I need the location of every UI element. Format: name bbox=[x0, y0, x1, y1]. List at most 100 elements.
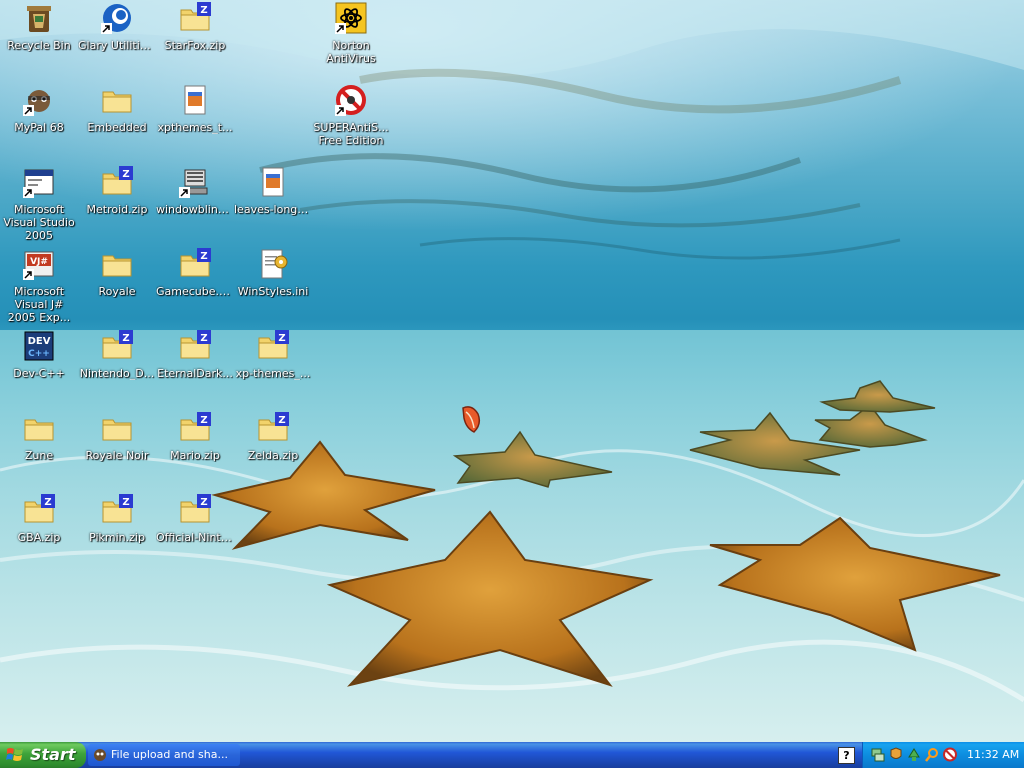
desktop-icon-official-nintendo-zip[interactable]: Z Official-Ninte... bbox=[156, 494, 234, 574]
desktop-icon-label: Microsoft Visual Studio 2005 bbox=[3, 203, 75, 242]
desktop-icon-zelda-zip[interactable]: Z Zelda.zip bbox=[234, 412, 312, 492]
desktop-icon-norton-antivirus[interactable]: Norton AntiVirus bbox=[312, 2, 390, 82]
desktop-icon-windowblinds[interactable]: windowblind... bbox=[156, 166, 234, 246]
svg-text:Z: Z bbox=[122, 497, 129, 508]
desktop-icon-label: Zelda.zip bbox=[247, 449, 299, 462]
desktop-icon-label: WinStyles.ini bbox=[237, 285, 309, 298]
installer-icon bbox=[184, 85, 206, 115]
desktop-icon-label: Dev-C++ bbox=[13, 367, 65, 380]
svg-text:Z: Z bbox=[200, 251, 207, 262]
antivirus-tray-icon[interactable] bbox=[889, 747, 903, 762]
network-icon[interactable] bbox=[871, 747, 885, 762]
svg-text:Z: Z bbox=[278, 333, 285, 344]
desktop-icon-eternaldark-zip[interactable]: Z EternalDark... bbox=[156, 330, 234, 410]
desktop-icon-winstyles-ini[interactable]: WinStyles.ini bbox=[234, 248, 312, 328]
desktop-icon-visual-studio[interactable]: Microsoft Visual Studio 2005 bbox=[0, 166, 78, 246]
desktop-icon-label: xpthemes_t... bbox=[157, 121, 233, 134]
zip-folder-icon: Z bbox=[180, 494, 211, 523]
clock[interactable]: 11:32 AM bbox=[967, 748, 1019, 761]
zip-folder-icon: Z bbox=[180, 2, 211, 31]
zip-folder-icon: Z bbox=[180, 412, 211, 441]
installer-icon bbox=[262, 167, 284, 197]
desktop-icon-royale-noir[interactable]: Royale Noir bbox=[78, 412, 156, 492]
taskbar-button-file-upload[interactable]: File upload and sha... bbox=[88, 744, 240, 766]
svg-text:Z: Z bbox=[278, 415, 285, 426]
desktop-icon-label: Zune bbox=[24, 449, 54, 462]
update-icon[interactable] bbox=[907, 747, 921, 762]
zip-folder-icon: Z bbox=[258, 330, 289, 359]
svg-text:C++: C++ bbox=[28, 349, 50, 359]
desktop-icon-royale[interactable]: Royale bbox=[78, 248, 156, 328]
svg-text:Z: Z bbox=[200, 497, 207, 508]
desktop-icon-label: Recycle Bin bbox=[7, 39, 71, 52]
desktop-icon-xp-themes-zip[interactable]: Z xp-themes_... bbox=[234, 330, 312, 410]
desktop-icon-label: Microsoft Visual J# 2005 Exp... bbox=[7, 285, 71, 324]
desktop-icon-dev-cpp[interactable]: DEV C++ Dev-C++ bbox=[0, 330, 78, 410]
desktop-icon-mypal[interactable]: MyPal 68 bbox=[0, 84, 78, 164]
start-label: Start bbox=[30, 745, 76, 764]
desktop-icon-glary-utilities[interactable]: Glary Utilities 5 bbox=[78, 2, 156, 82]
desktop-icon-zune[interactable]: Zune bbox=[0, 412, 78, 492]
help-icon[interactable]: ? bbox=[838, 747, 855, 764]
security-tray-icon[interactable] bbox=[943, 747, 957, 762]
search-tray-icon[interactable] bbox=[925, 747, 939, 762]
zip-folder-icon: Z bbox=[24, 494, 55, 523]
shortcut-arrow-icon bbox=[101, 23, 112, 34]
desktop-icon-metroid-zip[interactable]: Z Metroid.zip bbox=[78, 166, 156, 246]
folder-icon bbox=[102, 255, 132, 277]
desktop-icon-label: Gamecube.zip bbox=[156, 285, 234, 298]
desktop-icon-label: Official-Ninte... bbox=[156, 531, 234, 544]
shell-cursor-icon bbox=[462, 406, 481, 433]
desktop-icon-pikmin-zip[interactable]: Z Pikmin.zip bbox=[78, 494, 156, 574]
desktop-icon-label: MyPal 68 bbox=[14, 121, 64, 134]
zip-folder-icon: Z bbox=[102, 330, 133, 359]
zip-folder-icon: Z bbox=[180, 248, 211, 277]
desktop-icon-label: GBA.zip bbox=[17, 531, 61, 544]
shortcut-arrow-icon bbox=[335, 105, 346, 116]
desktop-icon-label: SUPERAntiS... Free Edition bbox=[313, 121, 389, 147]
recycle-bin-icon bbox=[27, 6, 51, 32]
desktop-icon-label: Royale Noir bbox=[85, 449, 149, 462]
desktop-icon-label: Glary Utilities 5 bbox=[78, 39, 156, 52]
folder-icon bbox=[102, 91, 132, 113]
desktop-icon-label: Metroid.zip bbox=[86, 203, 148, 216]
desktop-icon-nintendo-zip[interactable]: Z Nintendo_D... bbox=[78, 330, 156, 410]
browser-window-icon bbox=[94, 749, 106, 761]
taskbar: Start File upload and sha... ? 11:32 AM bbox=[0, 742, 1024, 768]
shortcut-arrow-icon bbox=[23, 187, 34, 198]
desktop-icon-leaves-longhorn[interactable]: leaves-longh... bbox=[234, 166, 312, 246]
system-tray: 11:32 AM bbox=[862, 742, 1024, 768]
zip-folder-icon: Z bbox=[102, 494, 133, 523]
desktop-icon-label: StarFox.zip bbox=[164, 39, 226, 52]
desktop-icon-gamecube-zip[interactable]: Z Gamecube.zip bbox=[156, 248, 234, 328]
desktop-icon-gba-zip[interactable]: Z GBA.zip bbox=[0, 494, 78, 574]
ini-file-icon bbox=[261, 249, 288, 279]
shortcut-arrow-icon bbox=[23, 105, 34, 116]
taskbar-button-label: File upload and sha... bbox=[111, 748, 228, 761]
desktop-icon-embedded[interactable]: Embedded bbox=[78, 84, 156, 164]
desktop-icon-label: windowblind... bbox=[156, 203, 234, 216]
svg-text:Z: Z bbox=[44, 497, 51, 508]
folder-icon bbox=[24, 419, 54, 441]
desktop-wallpaper[interactable]: Recycle Bin MyPal 68 Microsoft Visual St… bbox=[0, 0, 1024, 742]
dev-cpp-icon: DEV C++ bbox=[24, 331, 54, 361]
svg-text:VJ#: VJ# bbox=[30, 257, 48, 267]
desktop-icon-recycle-bin[interactable]: Recycle Bin bbox=[0, 2, 78, 82]
desktop-icon-label: Nintendo_D... bbox=[79, 367, 155, 380]
start-button[interactable]: Start bbox=[0, 742, 86, 768]
svg-text:DEV: DEV bbox=[28, 336, 51, 347]
shortcut-arrow-icon bbox=[335, 23, 346, 34]
windows-logo-icon bbox=[6, 748, 23, 761]
zip-folder-icon: Z bbox=[102, 166, 133, 195]
desktop-icon-label: xp-themes_... bbox=[235, 367, 311, 380]
zip-folder-icon: Z bbox=[180, 330, 211, 359]
desktop-icon-visual-jsharp[interactable]: VJ# Microsoft Visual J# 2005 Exp... bbox=[0, 248, 78, 328]
desktop-icon-starfox-zip[interactable]: Z StarFox.zip bbox=[156, 2, 234, 82]
desktop-icon-superantispyware[interactable]: SUPERAntiS... Free Edition bbox=[312, 84, 390, 164]
svg-text:Z: Z bbox=[200, 415, 207, 426]
desktop-icon-label: leaves-longh... bbox=[234, 203, 312, 216]
shortcut-arrow-icon bbox=[23, 269, 34, 280]
desktop-icon-xpthemes[interactable]: xpthemes_t... bbox=[156, 84, 234, 164]
desktop-icon-label: Mario.zip bbox=[170, 449, 220, 462]
desktop-icon-mario-zip[interactable]: Z Mario.zip bbox=[156, 412, 234, 492]
